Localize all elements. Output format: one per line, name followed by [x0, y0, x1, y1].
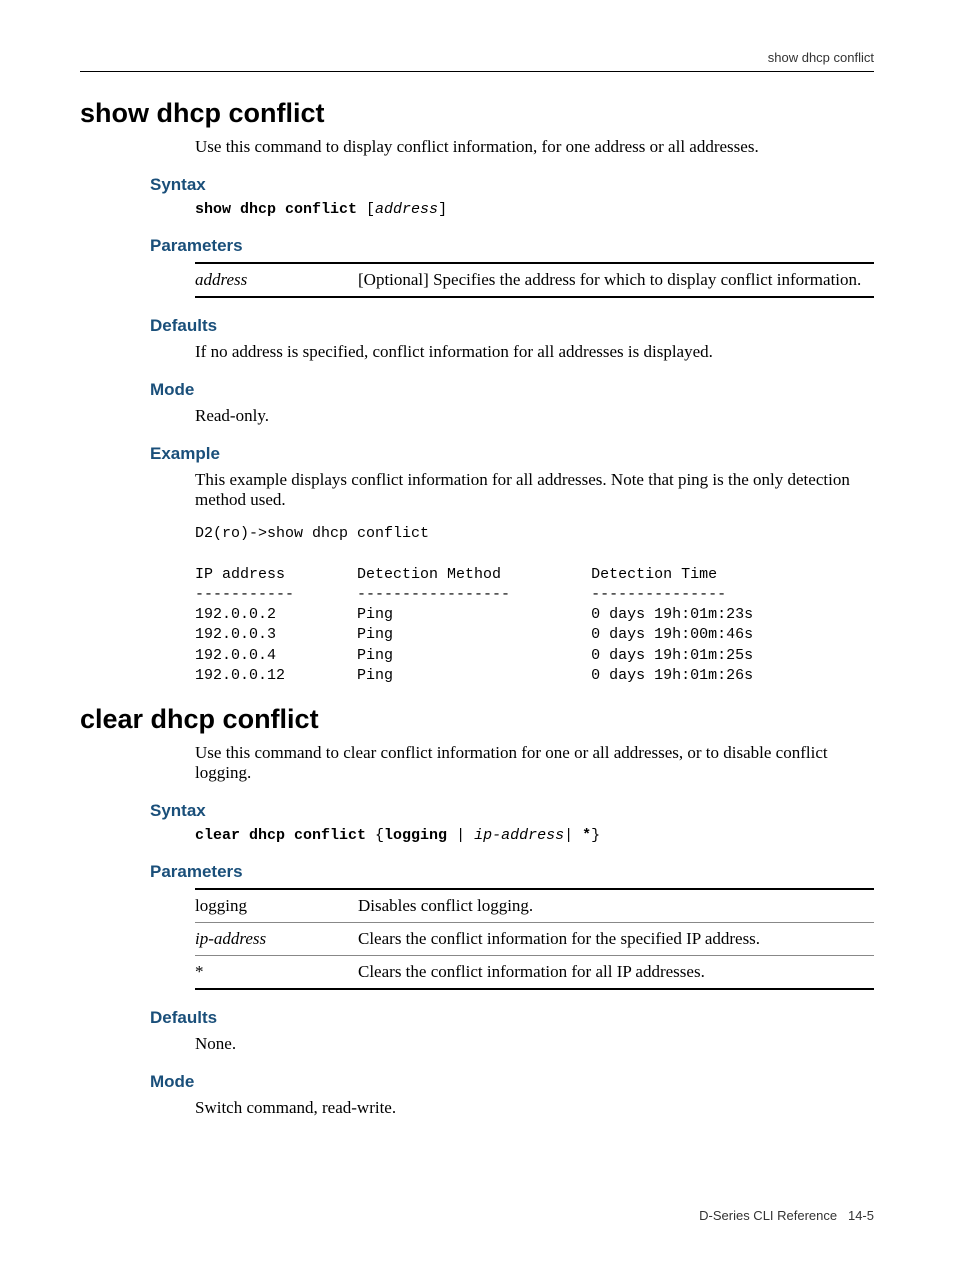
- syntax-brace-close: }: [591, 827, 600, 844]
- example-text-show: This example displays conflict informati…: [80, 470, 874, 510]
- defaults-heading-show: Defaults: [80, 316, 874, 336]
- param-desc: Disables conflict logging.: [358, 889, 874, 923]
- command-title-show: show dhcp conflict: [80, 98, 874, 129]
- syntax-kw-star: *: [582, 827, 591, 844]
- param-desc: Clears the conflict information for the …: [358, 923, 874, 956]
- param-name: ip-address: [195, 923, 358, 956]
- param-desc: [Optional] Specifies the address for whi…: [358, 263, 874, 297]
- syntax-kw-logging: logging: [384, 827, 447, 844]
- example-output-show: D2(ro)->show dhcp conflict IP address De…: [80, 524, 874, 686]
- example-heading-show: Example: [80, 444, 874, 464]
- param-name: *: [195, 956, 358, 990]
- syntax-pipe2: |: [564, 827, 582, 844]
- page-footer: D-Series CLI Reference 14-5: [80, 1208, 874, 1223]
- table-row: ip-address Clears the conflict informati…: [195, 923, 874, 956]
- table-row: address [Optional] Specifies the address…: [195, 263, 874, 297]
- param-desc: Clears the conflict information for all …: [358, 956, 874, 990]
- syntax-arg-ip: ip-address: [474, 827, 564, 844]
- mode-heading-show: Mode: [80, 380, 874, 400]
- syntax-arg: address: [375, 201, 438, 218]
- syntax-cmd: show dhcp conflict: [195, 201, 357, 218]
- parameters-heading-show: Parameters: [80, 236, 874, 256]
- syntax-line-clear: clear dhcp conflict {logging | ip-addres…: [80, 827, 874, 844]
- parameters-heading-clear: Parameters: [80, 862, 874, 882]
- footer-doc: D-Series CLI Reference: [699, 1208, 837, 1223]
- defaults-text-clear: None.: [80, 1034, 874, 1054]
- intro-show: Use this command to display conflict inf…: [80, 137, 874, 157]
- syntax-bracket-open: [: [357, 201, 375, 218]
- mode-text-show: Read-only.: [80, 406, 874, 426]
- table-row: logging Disables conflict logging.: [195, 889, 874, 923]
- table-row: * Clears the conflict information for al…: [195, 956, 874, 990]
- mode-heading-clear: Mode: [80, 1072, 874, 1092]
- mode-text-clear: Switch command, read-write.: [80, 1098, 874, 1118]
- intro-clear: Use this command to clear conflict infor…: [80, 743, 874, 783]
- syntax-bracket-close: ]: [438, 201, 447, 218]
- param-name: logging: [195, 889, 358, 923]
- syntax-heading-clear: Syntax: [80, 801, 874, 821]
- parameters-table-clear: logging Disables conflict logging. ip-ad…: [195, 888, 874, 990]
- syntax-heading-show: Syntax: [80, 175, 874, 195]
- syntax-pipe1: |: [447, 827, 474, 844]
- command-title-clear: clear dhcp conflict: [80, 704, 874, 735]
- syntax-cmd: clear dhcp conflict: [195, 827, 366, 844]
- defaults-heading-clear: Defaults: [80, 1008, 874, 1028]
- parameters-table-show: address [Optional] Specifies the address…: [195, 262, 874, 298]
- param-name: address: [195, 263, 358, 297]
- running-head: show dhcp conflict: [80, 50, 874, 72]
- syntax-brace-open: {: [366, 827, 384, 844]
- defaults-text-show: If no address is specified, conflict inf…: [80, 342, 874, 362]
- footer-page: 14-5: [848, 1208, 874, 1223]
- syntax-line-show: show dhcp conflict [address]: [80, 201, 874, 218]
